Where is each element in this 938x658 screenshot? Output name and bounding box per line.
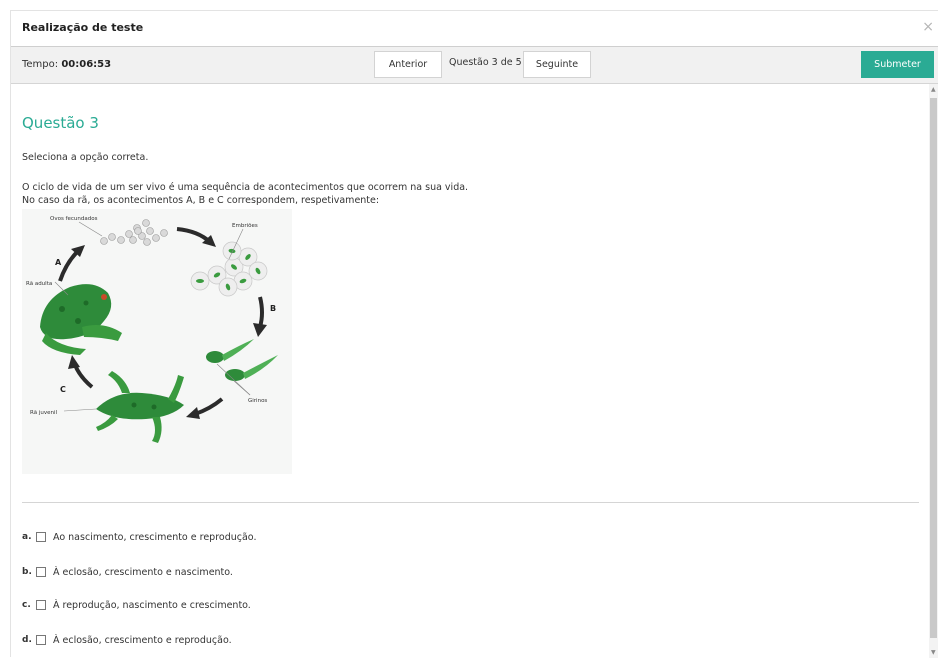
option-d[interactable]: d. À eclosão, crescimento e reprodução.	[22, 633, 232, 647]
timer-label: Tempo:	[22, 59, 59, 70]
dialog-titlebar: Realização de teste ×	[11, 11, 938, 47]
option-d-text: À eclosão, crescimento e reprodução.	[53, 634, 232, 646]
dialog-title: Realização de teste	[22, 21, 144, 34]
embryos-illustration	[190, 241, 268, 297]
label-arrow-c: C	[60, 385, 66, 394]
frog-life-cycle-figure: Ovos fecundados Embriões B C A Girinos R…	[22, 209, 292, 474]
adult-frog-illustration	[40, 284, 122, 355]
test-toolbar: Tempo: 00:06:53 Anterior Questão 3 de 5 …	[11, 47, 938, 84]
question-text-line1: O ciclo de vida de um ser vivo é uma seq…	[22, 182, 469, 193]
option-b-text: À eclosão, crescimento e nascimento.	[53, 566, 233, 578]
option-c-text: À reprodução, nascimento e crescimento.	[53, 599, 251, 611]
label-eggs: Ovos fecundados	[50, 216, 98, 222]
label-juvenile: Rã juvenil	[30, 410, 57, 416]
option-a-checkbox[interactable]	[36, 532, 46, 542]
option-b-letter: b.	[22, 567, 32, 577]
arrow-eggs-to-embryos	[176, 227, 212, 244]
question-text-line2: No caso da rã, os acontecimentos A, B e …	[22, 195, 380, 206]
question-content: Questão 3 Seleciona a opção correta. O c…	[11, 84, 929, 658]
arrow-a	[58, 249, 80, 282]
option-d-letter: d.	[22, 635, 32, 645]
scrollbar-thumb[interactable]	[930, 98, 937, 638]
previous-button[interactable]: Anterior	[374, 51, 442, 78]
timer: Tempo: 00:06:53	[22, 59, 111, 70]
label-adult: Rã adulta	[26, 281, 52, 287]
content-scrollbar[interactable]: ▲ ▼	[929, 84, 938, 658]
option-a[interactable]: a. Ao nascimento, crescimento e reproduç…	[22, 530, 256, 544]
tadpoles-illustration	[206, 339, 278, 381]
label-tadpoles: Girinos	[248, 398, 267, 404]
next-button[interactable]: Seguinte	[523, 51, 591, 78]
option-a-letter: a.	[22, 532, 32, 542]
label-arrow-b: B	[270, 304, 276, 313]
question-instruction: Seleciona a opção correta.	[22, 152, 149, 163]
question-title: Questão 3	[22, 114, 99, 132]
arrow-b	[258, 296, 264, 328]
option-b[interactable]: b. À eclosão, crescimento e nascimento.	[22, 565, 233, 579]
label-arrow-a: A	[55, 258, 62, 267]
option-c-checkbox[interactable]	[36, 600, 46, 610]
option-b-checkbox[interactable]	[36, 567, 46, 577]
test-dialog: Realização de teste × Tempo: 00:06:53 An…	[10, 10, 938, 658]
question-counter: Questão 3 de 5	[449, 57, 522, 68]
scroll-up-icon[interactable]: ▲	[931, 87, 936, 93]
eggs-illustration	[100, 219, 168, 246]
frog-life-cycle-diagram: Ovos fecundados Embriões B C A Girinos R…	[26, 216, 278, 443]
juvenile-frog-illustration	[96, 371, 184, 443]
option-c-letter: c.	[22, 600, 31, 610]
submit-button[interactable]: Submeter	[861, 51, 934, 78]
label-embryos: Embriões	[232, 223, 258, 229]
content-divider	[22, 502, 919, 503]
timer-value: 00:06:53	[61, 59, 112, 70]
close-icon[interactable]: ×	[922, 19, 934, 35]
option-a-text: Ao nascimento, crescimento e reprodução.	[53, 531, 257, 543]
arrow-tadpoles-to-juvenile	[194, 397, 224, 416]
scroll-down-icon[interactable]: ▼	[931, 650, 936, 656]
option-d-checkbox[interactable]	[36, 635, 46, 645]
arrow-c	[73, 364, 94, 389]
option-c[interactable]: c. À reprodução, nascimento e cresciment…	[22, 598, 251, 612]
